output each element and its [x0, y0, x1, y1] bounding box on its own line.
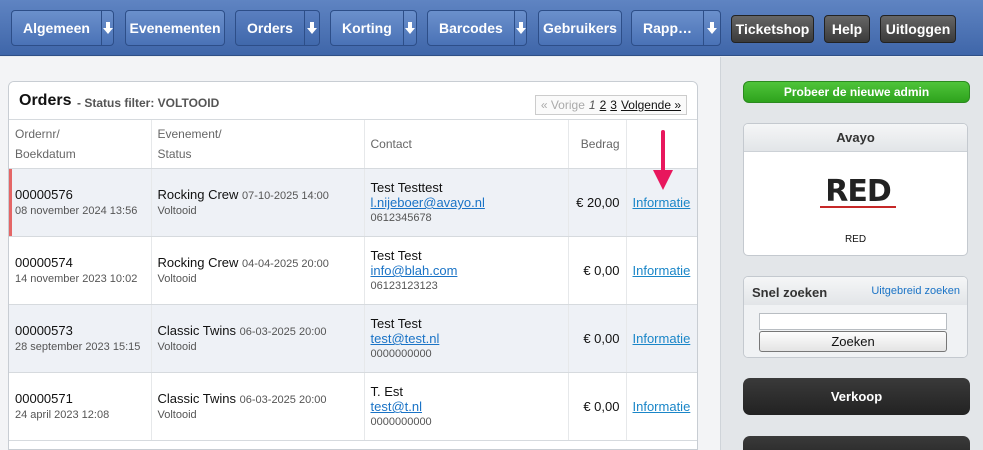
- nav-algemeen-label: Algemeen: [23, 20, 90, 36]
- booking-date: 14 november 2023 10:02: [15, 273, 138, 285]
- quick-search-input[interactable]: [759, 313, 947, 330]
- header-amount: Bedrag: [568, 120, 627, 169]
- header-ordernr: Ordernr/Boekdatum: [9, 120, 152, 169]
- order-number: 00000576: [15, 187, 73, 202]
- quick-search-box: Snel zoeken Uitgebreid zoeken Zoeken: [743, 276, 968, 358]
- contact-email-link[interactable]: test@t.nl: [371, 399, 423, 414]
- nav-gebruikers-label: Gebruikers: [543, 20, 617, 36]
- contact-email-link[interactable]: info@blah.com: [371, 263, 458, 278]
- help-button[interactable]: Help: [824, 15, 870, 43]
- event-date: 04-04-2025 20:00: [242, 258, 329, 270]
- nav-orders[interactable]: Orders: [235, 10, 320, 46]
- quick-search-title: Snel zoeken: [752, 285, 828, 300]
- contact-email-link[interactable]: l.nijeboer@avayo.nl: [371, 195, 485, 210]
- pager-page-2[interactable]: 2: [600, 98, 607, 112]
- pager-page-3[interactable]: 3: [610, 98, 617, 112]
- table-row: 00000576 08 november 2024 13:56 Rocking C…: [9, 168, 697, 237]
- annotation-arrow-icon: [653, 130, 673, 190]
- orders-panel: Orders - Status filter: VOLTOOID « Vorig…: [8, 81, 698, 450]
- header-event: Evenement/Status: [151, 120, 365, 169]
- nav-algemeen[interactable]: Algemeen: [11, 10, 114, 46]
- nav-barcodes-label: Barcodes: [439, 20, 503, 36]
- arrow-down-icon[interactable]: [513, 11, 526, 45]
- order-status: Voltooid: [157, 341, 197, 353]
- nav-evenementen-label: Evenementen: [129, 20, 221, 36]
- informatie-link[interactable]: Informatie: [633, 331, 691, 346]
- pager-next[interactable]: Volgende »: [621, 98, 681, 112]
- contact-name: T. Est: [370, 384, 404, 399]
- sidebar-dark-button[interactable]: [743, 436, 970, 450]
- arrow-down-icon[interactable]: [303, 11, 319, 45]
- advanced-search-link[interactable]: Uitgebreid zoeken: [871, 285, 960, 297]
- logout-button[interactable]: Uitloggen: [880, 15, 956, 43]
- order-amount: € 0,00: [568, 236, 627, 305]
- try-new-admin-button[interactable]: Probeer de nieuwe admin: [743, 81, 970, 103]
- nav-barcodes[interactable]: Barcodes: [427, 10, 527, 46]
- order-status: Voltooid: [157, 409, 197, 421]
- contact-phone: 0000000000: [370, 416, 432, 428]
- panel-header: Orders - Status filter: VOLTOOID « Vorig…: [9, 82, 697, 120]
- orders-table: Ordernr/Boekdatum Evenement/Status Conta…: [9, 120, 697, 441]
- order-amount: € 20,00: [568, 168, 627, 237]
- arrow-down-icon[interactable]: [100, 11, 113, 45]
- order-number: 00000573: [15, 323, 73, 338]
- nav-gebruikers[interactable]: Gebruikers: [538, 10, 622, 46]
- organisation-title: Avayo: [744, 124, 967, 152]
- arrow-down-icon[interactable]: [402, 11, 416, 45]
- contact-phone: 06123123123: [370, 280, 438, 292]
- top-navigation-bar: Algemeen Evenementen Orders Korting Barc…: [0, 0, 983, 56]
- red-logo-icon: RED: [820, 174, 896, 209]
- event-name: Classic Twins: [157, 391, 237, 406]
- page-title: Orders: [19, 92, 72, 109]
- nav-rapportages[interactable]: Rapp…: [631, 10, 721, 46]
- event-date: 06-03-2025 20:00: [239, 326, 327, 338]
- status-filter-text: - Status filter: VOLTOOID: [77, 96, 220, 110]
- nav-korting[interactable]: Korting: [330, 10, 417, 46]
- nav-rapportages-label: Rapp…: [643, 20, 692, 36]
- order-status: Voltooid: [157, 205, 197, 217]
- header-contact: Contact: [364, 120, 569, 169]
- event-date: 07-10-2025 14:00: [242, 190, 329, 202]
- event-name: Rocking Crew: [157, 187, 239, 202]
- ticketshop-button[interactable]: Ticketshop: [731, 15, 814, 43]
- informatie-link[interactable]: Informatie: [633, 399, 691, 414]
- contact-phone: 0612345678: [370, 212, 432, 224]
- informatie-link[interactable]: Informatie: [633, 195, 691, 210]
- table-header-row: Ordernr/Boekdatum Evenement/Status Conta…: [9, 120, 697, 169]
- contact-name: Test Test: [370, 316, 422, 331]
- order-amount: € 0,00: [568, 304, 627, 373]
- order-amount: € 0,00: [568, 372, 627, 441]
- order-number: 00000571: [15, 391, 73, 406]
- arrow-down-icon[interactable]: [703, 11, 720, 45]
- booking-date: 28 september 2023 15:15: [15, 341, 141, 353]
- booking-date: 08 november 2024 13:56: [15, 205, 138, 217]
- order-number: 00000574: [15, 255, 73, 270]
- informatie-link[interactable]: Informatie: [633, 263, 691, 278]
- table-row: 00000573 28 september 2023 15:15 Classic …: [9, 304, 697, 373]
- nav-orders-label: Orders: [247, 20, 293, 36]
- contact-email-link[interactable]: test@test.nl: [371, 331, 440, 346]
- order-status: Voltooid: [157, 273, 197, 285]
- event-date: 06-03-2025 20:00: [239, 394, 327, 406]
- nav-korting-label: Korting: [342, 20, 392, 36]
- verkoop-button[interactable]: Verkoop: [743, 378, 970, 415]
- quick-search-header: Snel zoeken Uitgebreid zoeken: [744, 277, 967, 305]
- search-button[interactable]: Zoeken: [759, 331, 947, 352]
- logo-caption: RED: [844, 234, 867, 245]
- pager-current: 1: [588, 98, 596, 112]
- table-row: 00000574 14 november 2023 10:02 Rocking C…: [9, 236, 697, 305]
- pager-prev: « Vorige: [540, 98, 585, 112]
- contact-name: Test Test: [370, 248, 422, 263]
- nav-evenementen[interactable]: Evenementen: [125, 10, 225, 46]
- organisation-box: Avayo RED RED: [743, 123, 968, 256]
- pagination: « Vorige 1 2 3 Volgende »: [534, 95, 687, 115]
- event-name: Rocking Crew: [157, 255, 239, 270]
- contact-name: Test Testtest: [370, 180, 443, 195]
- contact-phone: 0000000000: [370, 348, 432, 360]
- event-name: Classic Twins: [157, 323, 237, 338]
- table-row: 00000571 24 april 2023 12:08 Classic Twin…: [9, 372, 697, 441]
- svg-text:RED: RED: [825, 174, 891, 209]
- booking-date: 24 april 2023 12:08: [15, 409, 110, 421]
